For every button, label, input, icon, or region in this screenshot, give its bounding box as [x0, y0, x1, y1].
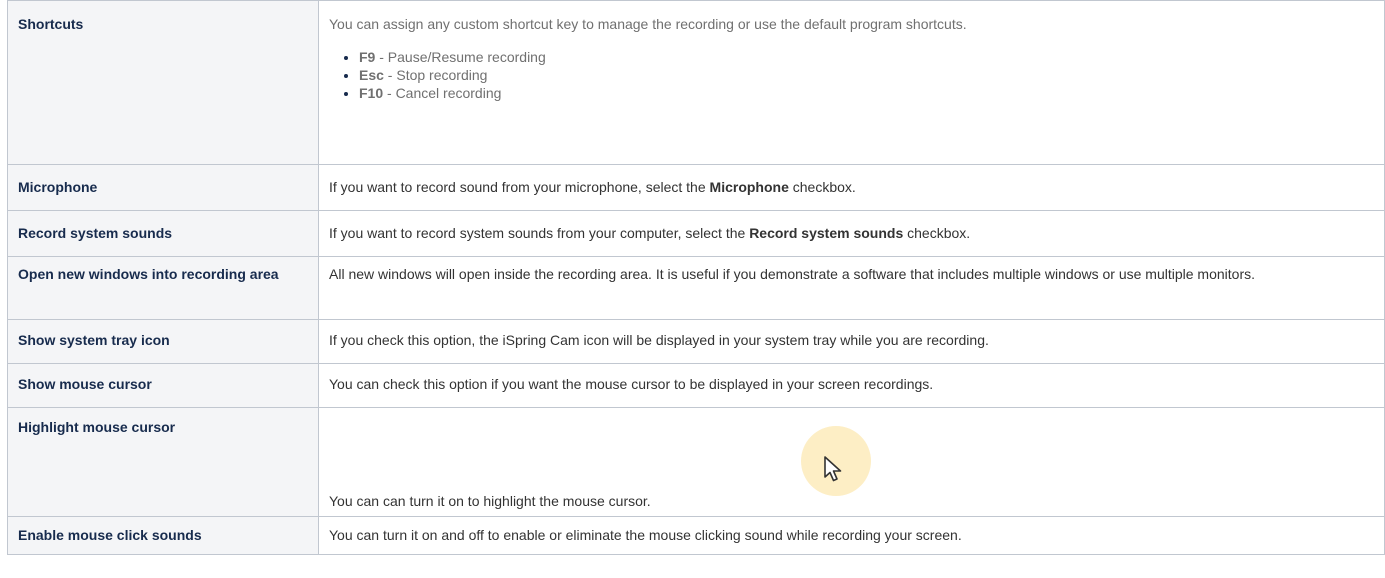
- description-text: If you want to record system sounds from…: [329, 225, 750, 241]
- table-row: Open new windows into recording area All…: [7, 256, 1385, 320]
- shortcut-key: F10: [359, 85, 384, 101]
- shortcut-action: - Cancel recording: [383, 85, 502, 101]
- shortcuts-intro: You can assign any custom shortcut key t…: [329, 16, 967, 32]
- row-label: Show mouse cursor: [7, 363, 319, 408]
- shortcut-key: Esc: [359, 67, 384, 83]
- row-label: Open new windows into recording area: [7, 256, 319, 320]
- row-description: You can can turn it on to highlight the …: [318, 407, 1385, 517]
- row-description: All new windows will open inside the rec…: [318, 256, 1385, 320]
- description-emphasis: Microphone: [709, 179, 789, 195]
- table-row: Show system tray icon If you check this …: [7, 319, 1385, 364]
- shortcut-action: - Stop recording: [383, 67, 488, 83]
- description-text: checkbox.: [788, 179, 856, 195]
- description-text: If you want to record sound from your mi…: [329, 179, 710, 195]
- highlighted-cursor-icon: [801, 426, 871, 496]
- row-label: Record system sounds: [7, 210, 319, 257]
- description-emphasis: Record system sounds: [749, 225, 904, 241]
- row-description: If you check this option, the iSpring Ca…: [318, 319, 1385, 364]
- highlight-demo: You can can turn it on to highlight the …: [329, 417, 1374, 509]
- list-item: F9 - Pause/Resume recording: [359, 48, 1374, 66]
- table-row: Enable mouse click sounds You can turn i…: [7, 516, 1385, 555]
- row-description: If you want to record system sounds from…: [318, 210, 1385, 257]
- row-description: You can turn it on and off to enable or …: [318, 516, 1385, 555]
- row-description: You can check this option if you want th…: [318, 363, 1385, 408]
- row-label: Microphone: [7, 164, 319, 211]
- shortcut-list: F9 - Pause/Resume recording Esc - Stop r…: [329, 48, 1374, 102]
- row-description: You can assign any custom shortcut key t…: [318, 0, 1385, 165]
- table-row: Record system sounds If you want to reco…: [7, 210, 1385, 257]
- shortcut-key: F9: [359, 49, 376, 65]
- settings-table: Shortcuts You can assign any custom shor…: [7, 0, 1385, 555]
- row-label: Enable mouse click sounds: [7, 516, 319, 555]
- description-text: checkbox.: [903, 225, 971, 241]
- shortcut-action: - Pause/Resume recording: [375, 49, 546, 65]
- table-row: Highlight mouse cursor You can can turn …: [7, 407, 1385, 517]
- list-item: Esc - Stop recording: [359, 66, 1374, 84]
- table-row: Microphone If you want to record sound f…: [7, 164, 1385, 211]
- table-row: Show mouse cursor You can check this opt…: [7, 363, 1385, 408]
- table-row: Shortcuts You can assign any custom shor…: [7, 0, 1385, 165]
- row-label: Show system tray icon: [7, 319, 319, 364]
- description-text: You can can turn it on to highlight the …: [329, 493, 651, 509]
- cursor-arrow-icon: [824, 456, 842, 482]
- list-item: F10 - Cancel recording: [359, 84, 1374, 102]
- row-label: Shortcuts: [7, 0, 319, 165]
- row-description: If you want to record sound from your mi…: [318, 164, 1385, 211]
- row-label: Highlight mouse cursor: [7, 407, 319, 517]
